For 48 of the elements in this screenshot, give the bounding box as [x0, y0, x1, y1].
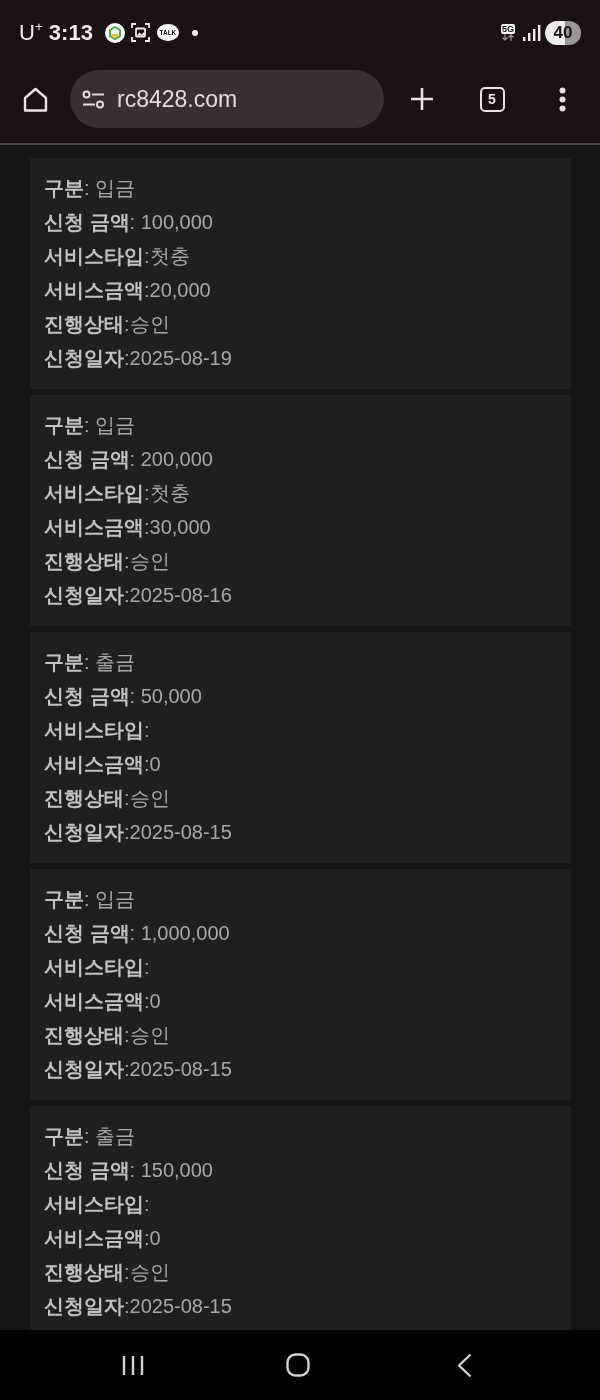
record-field: 서비스금액:30,000 [44, 510, 557, 544]
record-field: 진행상태:승인 [44, 1018, 557, 1052]
home-button-icon[interactable] [286, 1353, 311, 1377]
record-field: 구분: 출금 [44, 645, 557, 679]
record-field: 서비스타입:첫충 [44, 476, 557, 510]
tab-count-button[interactable]: 5 [479, 86, 505, 112]
record-field: 서비스금액:0 [44, 1221, 557, 1255]
record-field: 신청일자:2025-08-15 [44, 1289, 557, 1323]
more-options-icon[interactable] [558, 86, 566, 112]
carrier-label: U$^{+}$ [19, 21, 43, 44]
notification-dot-icon [191, 29, 198, 36]
record-field: 신청일자:2025-08-19 [44, 341, 557, 375]
record-field: 신청 금액: 200,000 [44, 442, 557, 476]
record-field: 진행상태:승인 [44, 544, 557, 578]
record-field: 서비스타입: [44, 713, 557, 747]
home-icon[interactable] [21, 85, 49, 113]
record-field: 신청 금액: 150,000 [44, 1153, 557, 1187]
record-field: 신청 금액: 50,000 [44, 679, 557, 713]
record-field: 서비스금액:20,000 [44, 273, 557, 307]
network-type-label: 5G [501, 24, 515, 34]
record-field: 신청일자:2025-08-15 [44, 815, 557, 849]
signal-bars-icon [523, 24, 541, 41]
clock-text: 3:13 [48, 21, 93, 44]
plus-icon[interactable] [410, 87, 434, 111]
record-field: 신청 금액: 1,000,000 [44, 916, 557, 950]
data-arrows-icon [501, 34, 515, 41]
back-icon[interactable] [457, 1352, 473, 1378]
record-field: 신청 금액: 100,000 [44, 205, 557, 239]
record-field: 서비스금액:0 [44, 984, 557, 1018]
record-field: 구분: 출금 [44, 1119, 557, 1153]
record-field: 서비스타입: [44, 1187, 557, 1221]
recent-apps-icon[interactable] [122, 1354, 145, 1376]
record-field: 구분: 입금 [44, 408, 557, 442]
record-field: 서비스금액:0 [44, 747, 557, 781]
address-bar[interactable]: rc8428.com [70, 70, 384, 128]
battery-indicator: 40 [545, 20, 581, 45]
sliders-icon[interactable] [82, 89, 105, 109]
record-field: 구분: 입금 [44, 171, 557, 205]
record-field: 진행상태:승인 [44, 307, 557, 341]
record-field: 서비스타입:첫충 [44, 239, 557, 273]
screenshot-icon [130, 23, 150, 42]
record-field: 신청일자:2025-08-16 [44, 578, 557, 612]
record-field: 신청일자:2025-08-15 [44, 1052, 557, 1086]
record-field: 진행상태:승인 [44, 1255, 557, 1289]
hexagon-app-icon [104, 22, 125, 43]
record-field: 진행상태:승인 [44, 781, 557, 815]
record-field: 구분: 입금 [44, 882, 557, 916]
record-field: 서비스타입: [44, 950, 557, 984]
